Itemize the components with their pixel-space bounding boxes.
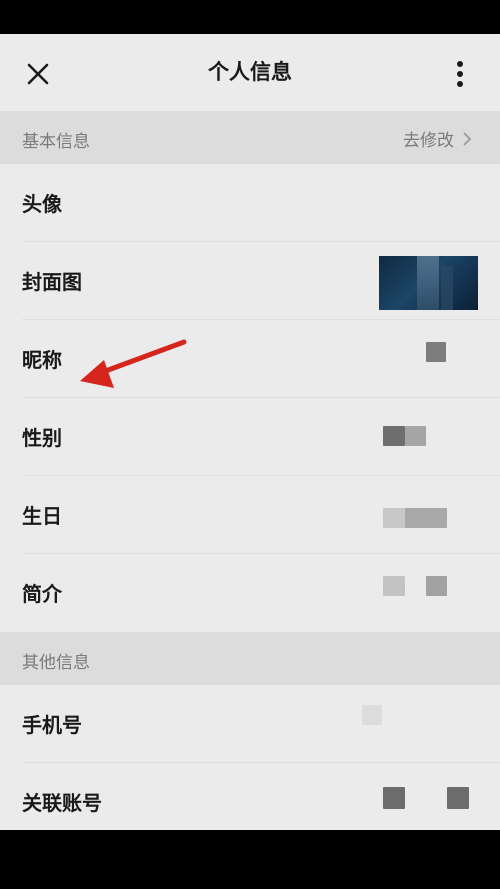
basic-info-label: 基本信息 <box>22 132 90 152</box>
more-vertical-icon <box>457 61 463 87</box>
personal-info-screen: 个人信息 基本信息 去修改 头像 封面图 昵称 性别 生日 简介 其他信息 手机… <box>0 34 500 830</box>
birthday-redacted <box>383 508 405 528</box>
row-phone[interactable]: 手机号 <box>0 685 500 763</box>
row-label: 关联账号 <box>22 791 102 815</box>
cover-image-building-secondary <box>441 266 453 310</box>
other-info-section-header: 其他信息 <box>0 632 500 685</box>
basic-info-section-header: 基本信息 去修改 <box>0 111 500 164</box>
top-bar: 个人信息 <box>0 34 500 111</box>
row-label: 昵称 <box>22 348 62 372</box>
edit-button[interactable]: 去修改 <box>403 126 472 151</box>
bio-redacted <box>383 576 405 596</box>
birthday-redacted-2 <box>405 508 447 528</box>
row-avatar[interactable]: 头像 <box>0 164 500 242</box>
gender-redacted-2 <box>405 426 426 446</box>
linked-account-icon-redacted <box>383 787 405 809</box>
bio-redacted-2 <box>426 576 447 596</box>
row-linked-accounts[interactable]: 关联账号 <box>0 763 500 830</box>
row-birthday[interactable]: 生日 <box>0 476 500 554</box>
row-gender[interactable]: 性别 <box>0 398 500 476</box>
row-label: 手机号 <box>22 713 82 737</box>
row-label: 头像 <box>22 192 62 216</box>
more-button[interactable] <box>448 56 472 92</box>
row-cover[interactable]: 封面图 <box>0 242 500 320</box>
cover-image-building <box>417 256 439 310</box>
row-label: 生日 <box>22 504 62 528</box>
linked-account-icon-redacted-2 <box>447 787 469 809</box>
chevron-right-icon <box>463 131 472 146</box>
gender-redacted <box>383 426 405 446</box>
other-info-label: 其他信息 <box>22 653 90 673</box>
row-label: 简介 <box>22 582 62 606</box>
row-label: 性别 <box>22 426 62 450</box>
red-arrow-annotation <box>80 339 187 388</box>
edit-label: 去修改 <box>403 131 454 151</box>
nickname-redacted <box>426 342 446 362</box>
page-title: 个人信息 <box>208 60 292 84</box>
phone-redacted <box>362 705 382 725</box>
row-bio[interactable]: 简介 <box>0 554 500 632</box>
row-label: 封面图 <box>22 270 82 294</box>
cover-image-thumbnail <box>379 256 478 310</box>
